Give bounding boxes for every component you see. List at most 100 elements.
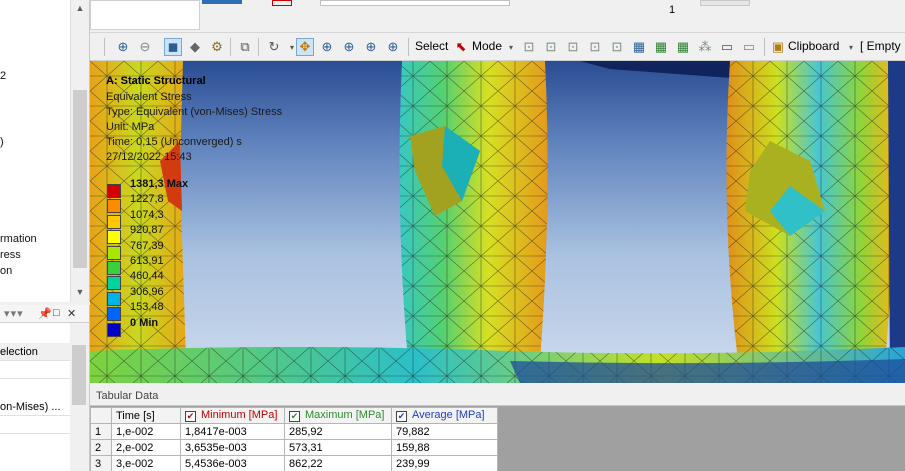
outline-item[interactable]: ress [0, 249, 21, 261]
clipboard-icon[interactable]: ▣ [769, 38, 787, 56]
table-cell[interactable]: 1,e-002 [111, 423, 181, 440]
zoom-box-icon[interactable]: ⊕ [340, 38, 358, 56]
select-mode-icon[interactable]: ⬉ [452, 38, 470, 56]
outline-item[interactable]: on [0, 265, 12, 277]
mesh-view-icon[interactable]: ⚙ [208, 38, 226, 56]
chevron-down-icon[interactable]: ▾ [842, 38, 860, 56]
magnifier-icon[interactable]: ⊕ [384, 38, 402, 56]
column-header-average[interactable]: ✔ Average [MPa] [391, 407, 498, 424]
table-cell[interactable]: 3,6535e-003 [180, 439, 285, 456]
pin-icon[interactable]: 📌 [38, 307, 52, 320]
table-cell[interactable]: 285,92 [284, 423, 392, 440]
details-row[interactable] [0, 361, 71, 379]
table-cell[interactable]: 1,8417e-003 [180, 423, 285, 440]
table-cell[interactable]: 2,e-002 [111, 439, 181, 456]
result-date: 27/12/2022 15:43 [106, 151, 192, 163]
table-cell[interactable]: 239,99 [391, 455, 498, 471]
table-cell[interactable]: 5,4536e-003 [180, 455, 285, 471]
table-row[interactable]: 3 3,e-002 5,4536e-003 862,22 239,99 [90, 455, 498, 471]
convert-icon[interactable]: ▭ [740, 38, 758, 56]
scroll-thumb[interactable] [73, 90, 87, 268]
element-select-icon[interactable]: ▦ [652, 38, 670, 56]
legend-value: 613,91 [130, 255, 164, 267]
select-button[interactable]: Select [415, 39, 448, 53]
legend-value: 460,44 [130, 270, 164, 283]
outline-item[interactable]: ) [0, 136, 4, 148]
top-button[interactable] [700, 0, 750, 6]
legend-value: 153,48 [130, 301, 164, 314]
table-cell[interactable]: 3,e-002 [111, 455, 181, 471]
box-select-icon[interactable]: ⧉ [236, 38, 254, 56]
wireframe-view-icon[interactable]: ◆ [186, 38, 204, 56]
scroll-down-icon[interactable]: ▼ [74, 286, 86, 298]
table-cell[interactable]: 79,882 [391, 423, 498, 440]
mode-dropdown[interactable]: Mode [472, 39, 502, 53]
table-header-row: Time [s] ✔ Minimum [MPa] ✔ Maximum [MPa] ✔… [90, 407, 498, 424]
vertex-select-icon[interactable]: ⊡ [520, 38, 538, 56]
restore-icon[interactable]: □ [53, 307, 60, 319]
checkbox[interactable]: ✔ [185, 411, 196, 422]
text-field[interactable] [320, 0, 510, 6]
details-row[interactable]: election [0, 343, 71, 361]
mesh-select-icon[interactable]: ▦ [674, 38, 692, 56]
element-face-select-icon[interactable]: ▦ [630, 38, 648, 56]
graphics-toolbar: ⊕ ⊖ ◼ ◆ ⚙ ⧉ ↻ ▾ ✥ ⊕ ⊕ ⊕ ⊕ Select ⬉ Mode … [90, 33, 905, 61]
graphics-viewport[interactable]: A: Static Structural Equivalent Stress T… [90, 61, 905, 383]
dropdown-icon[interactable]: ▾ ▾ ▾ [4, 307, 23, 320]
zoom-in-icon[interactable]: ⊕ [114, 38, 132, 56]
outline-scrollbar[interactable]: ▲ ▼ [70, 0, 89, 302]
pan-icon[interactable]: ✥ [296, 38, 314, 56]
zoom-icon[interactable]: ⊕ [318, 38, 336, 56]
column-header-maximum[interactable]: ✔ Maximum [MPa] [284, 407, 392, 424]
legend-value: 306,96 [130, 285, 164, 298]
column-header-time[interactable]: Time [s] [111, 407, 181, 424]
result-name: Equivalent Stress [106, 91, 192, 103]
legend-color-swatch [107, 245, 121, 260]
selection-indicator [202, 0, 242, 4]
toolbar-separator [408, 38, 409, 56]
details-panel: ▾ ▾ ▾ 📌 □ ✕ election on-Mises) ... [0, 305, 90, 471]
details-row[interactable]: on-Mises) ... [0, 398, 71, 416]
zoom-out-icon[interactable]: ⊖ [136, 38, 154, 56]
checkbox[interactable]: ✔ [289, 411, 300, 422]
table-row[interactable]: 2 2,e-002 3,6535e-003 573,31 159,88 [90, 439, 498, 456]
row-index-cell[interactable]: 2 [90, 439, 112, 456]
table-cell[interactable]: 159,88 [391, 439, 498, 456]
edge-select-icon[interactable]: ⊡ [542, 38, 560, 56]
tabular-data-table[interactable]: Time [s] ✔ Minimum [MPa] ✔ Maximum [MPa] ✔… [90, 407, 498, 471]
column-header-minimum[interactable]: ✔ Minimum [MPa] [180, 407, 285, 424]
details-scrollbar[interactable] [70, 323, 89, 471]
scroll-thumb[interactable] [72, 345, 86, 405]
table-row[interactable]: 1 1,e-002 1,8417e-003 285,92 79,882 [90, 423, 498, 440]
page-number: 1 [669, 4, 676, 16]
extend-icon[interactable]: ⁂ [696, 38, 714, 56]
outline-item[interactable]: 2 [0, 70, 6, 82]
row-index-cell[interactable]: 1 [90, 423, 112, 440]
details-row[interactable] [0, 416, 71, 434]
scroll-up-icon[interactable]: ▲ [74, 2, 86, 14]
red-marker-icon[interactable] [272, 0, 292, 6]
chevron-down-icon[interactable]: ▾ [502, 38, 520, 56]
body-select-icon[interactable]: ⊡ [586, 38, 604, 56]
table-cell[interactable]: 573,31 [284, 439, 392, 456]
row-index-cell[interactable]: 3 [90, 455, 112, 471]
table-cell[interactable]: 862,22 [284, 455, 392, 471]
face-select-icon[interactable]: ⊡ [564, 38, 582, 56]
legend-color-swatch [107, 199, 121, 214]
details-header: ▾ ▾ ▾ 📌 □ ✕ [0, 305, 89, 323]
legend-color-swatch [107, 276, 121, 291]
input-box[interactable] [90, 0, 200, 30]
details-cell: election [0, 346, 38, 358]
rotate-icon[interactable]: ↻ [265, 38, 283, 56]
toolbar-separator [230, 38, 231, 56]
solid-view-icon[interactable]: ◼ [164, 38, 182, 56]
checkbox[interactable]: ✔ [396, 411, 407, 422]
clipboard-dropdown[interactable]: Clipboard [788, 39, 839, 53]
outline-item[interactable]: rmation [0, 233, 37, 245]
legend-color-swatch [107, 214, 121, 229]
node-select-icon[interactable]: ⊡ [608, 38, 626, 56]
label-icon[interactable]: ▭ [718, 38, 736, 56]
legend-value: 1074,3 [130, 208, 164, 221]
close-icon[interactable]: ✕ [67, 307, 76, 320]
zoom-fit-icon[interactable]: ⊕ [362, 38, 380, 56]
